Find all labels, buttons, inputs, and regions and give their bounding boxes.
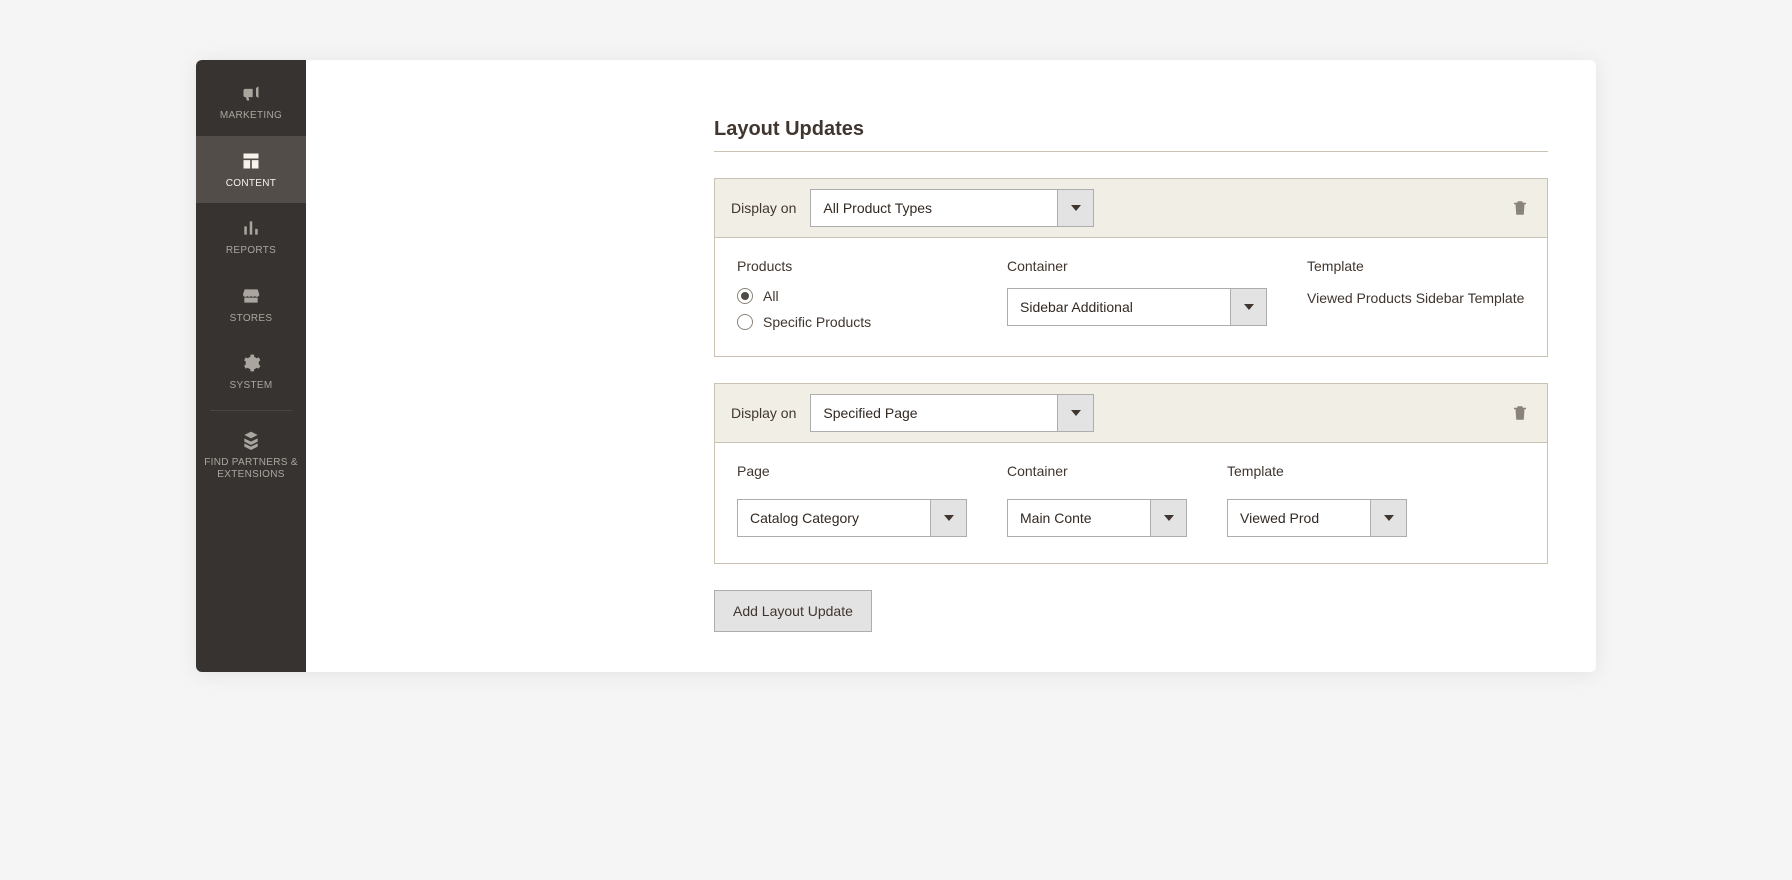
caret-down-icon [1150, 500, 1186, 536]
sidebar-item-stores[interactable]: STORES [196, 271, 306, 339]
sidebar-item-reports[interactable]: REPORTS [196, 203, 306, 271]
sidebar-item-find-partners[interactable]: FIND PARTNERS & EXTENSIONS [196, 415, 306, 495]
sidebar-item-label: FIND PARTNERS & EXTENSIONS [202, 457, 300, 482]
sidebar-item-label: CONTENT [226, 178, 276, 191]
select-value: Viewed Prod [1228, 500, 1370, 536]
container-column: Container Sidebar Additional [1007, 258, 1267, 330]
content-column: Layout Updates Display on All Product Ty… [714, 60, 1548, 632]
store-icon [238, 285, 264, 307]
select-value: Sidebar Additional [1008, 289, 1230, 325]
card-header: Display on Specified Page [715, 384, 1547, 443]
admin-sidebar: MARKETING CONTENT REPORTS STORES SYSTEM [196, 60, 306, 672]
bar-chart-icon [238, 217, 264, 239]
template-label: Template [1227, 463, 1407, 479]
megaphone-icon [238, 82, 264, 104]
caret-down-icon [1057, 190, 1093, 226]
select-value: Main Conte [1008, 500, 1150, 536]
blocks-icon [238, 429, 264, 451]
sidebar-divider [210, 410, 292, 411]
layout-update-card: Display on All Product Types Products [714, 178, 1548, 357]
select-value: All Product Types [811, 190, 1057, 226]
app-window: MARKETING CONTENT REPORTS STORES SYSTEM [196, 60, 1596, 672]
display-on-label: Display on [731, 200, 796, 216]
page-label: Page [737, 463, 967, 479]
sidebar-item-label: SYSTEM [230, 380, 273, 393]
template-column: Template Viewed Prod [1227, 463, 1407, 537]
sidebar-item-marketing[interactable]: MARKETING [196, 68, 306, 136]
sidebar-item-label: MARKETING [220, 110, 282, 123]
products-label: Products [737, 258, 967, 274]
section-title: Layout Updates [714, 118, 1548, 141]
template-label: Template [1307, 258, 1525, 274]
radio-all-products[interactable]: All [737, 288, 967, 304]
template-value: Viewed Products Sidebar Template [1307, 288, 1525, 309]
sidebar-item-system[interactable]: SYSTEM [196, 338, 306, 406]
caret-down-icon [930, 500, 966, 536]
sidebar-item-label: STORES [230, 313, 273, 326]
delete-layout-button[interactable] [1509, 402, 1531, 424]
card-body: Page Catalog Category Container Main Con… [715, 443, 1547, 563]
radio-label: Specific Products [763, 314, 871, 330]
card-body: Products All Specific Products Container [715, 238, 1547, 356]
container-label: Container [1007, 463, 1187, 479]
display-on-select[interactable]: All Product Types [810, 189, 1094, 227]
container-label: Container [1007, 258, 1267, 274]
radio-specific-products[interactable]: Specific Products [737, 314, 967, 330]
delete-layout-button[interactable] [1509, 197, 1531, 219]
page-column: Page Catalog Category [737, 463, 967, 537]
products-column: Products All Specific Products [737, 258, 967, 330]
caret-down-icon [1370, 500, 1406, 536]
page-select[interactable]: Catalog Category [737, 499, 967, 537]
add-layout-update-button[interactable]: Add Layout Update [714, 590, 872, 632]
sidebar-item-label: REPORTS [226, 245, 276, 258]
container-column: Container Main Conte [1007, 463, 1187, 537]
display-on-label: Display on [731, 405, 796, 421]
layout-update-card: Display on Specified Page Page [714, 383, 1548, 564]
trash-icon [1511, 404, 1529, 422]
radio-label: All [763, 288, 779, 304]
radio-icon [737, 288, 753, 304]
card-header: Display on All Product Types [715, 179, 1547, 238]
select-value: Catalog Category [738, 500, 930, 536]
template-select[interactable]: Viewed Prod [1227, 499, 1407, 537]
radio-icon [737, 314, 753, 330]
gear-icon [238, 352, 264, 374]
trash-icon [1511, 199, 1529, 217]
container-select[interactable]: Main Conte [1007, 499, 1187, 537]
template-column: Template Viewed Products Sidebar Templat… [1307, 258, 1525, 330]
layout-icon [238, 150, 264, 172]
display-on-select[interactable]: Specified Page [810, 394, 1094, 432]
caret-down-icon [1230, 289, 1266, 325]
select-value: Specified Page [811, 395, 1057, 431]
container-select[interactable]: Sidebar Additional [1007, 288, 1267, 326]
caret-down-icon [1057, 395, 1093, 431]
section-rule [714, 151, 1548, 152]
sidebar-item-content[interactable]: CONTENT [196, 136, 306, 204]
main-content: Layout Updates Display on All Product Ty… [306, 60, 1596, 672]
